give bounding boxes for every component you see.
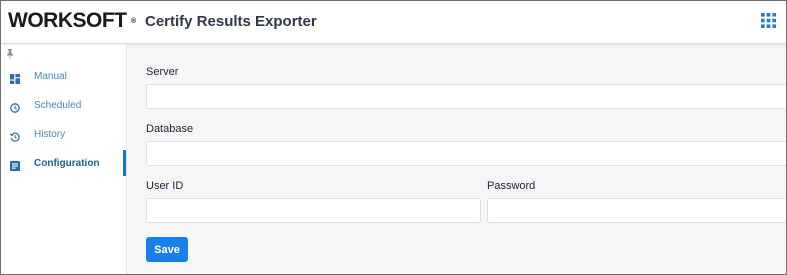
sidebar-item-label: History [34, 129, 66, 140]
sidebar-item-scheduled[interactable]: Scheduled [1, 94, 127, 120]
sidebar-item-label: Scheduled [34, 100, 82, 111]
sidebar-item-manual[interactable]: Manual [1, 65, 127, 91]
password-label: Password [487, 180, 536, 192]
sidebar: Manual Scheduled History Configuration [1, 44, 127, 274]
active-indicator [123, 150, 126, 176]
logo-registered-mark: ® [131, 18, 137, 25]
clock-icon [10, 100, 20, 113]
worksoft-logo: WORKSOFT [8, 9, 127, 32]
password-input[interactable] [487, 198, 786, 223]
app-title: Certify Results Exporter [145, 13, 317, 30]
history-icon [9, 129, 20, 142]
server-label: Server [146, 66, 179, 78]
configuration-form: Server Database User ID Password Save [128, 45, 786, 274]
sidebar-item-label: Manual [34, 71, 67, 82]
app-header: WORKSOFT ® Certify Results Exporter [1, 1, 786, 44]
pin-icon[interactable] [6, 46, 14, 59]
dashboard-icon [10, 71, 20, 84]
server-input[interactable] [146, 84, 786, 109]
apps-grid-icon[interactable] [761, 13, 776, 28]
save-button[interactable]: Save [146, 237, 188, 262]
user-id-input[interactable] [146, 198, 481, 223]
config-icon [10, 158, 20, 171]
database-label: Database [146, 123, 194, 135]
database-input[interactable] [146, 141, 786, 166]
sidebar-item-label: Configuration [34, 158, 100, 169]
app-window: WORKSOFT ® Certify Results Exporter Manu… [0, 0, 787, 275]
sidebar-item-history[interactable]: History [1, 123, 127, 149]
sidebar-item-configuration[interactable]: Configuration [1, 150, 127, 178]
user-id-label: User ID [146, 180, 184, 192]
